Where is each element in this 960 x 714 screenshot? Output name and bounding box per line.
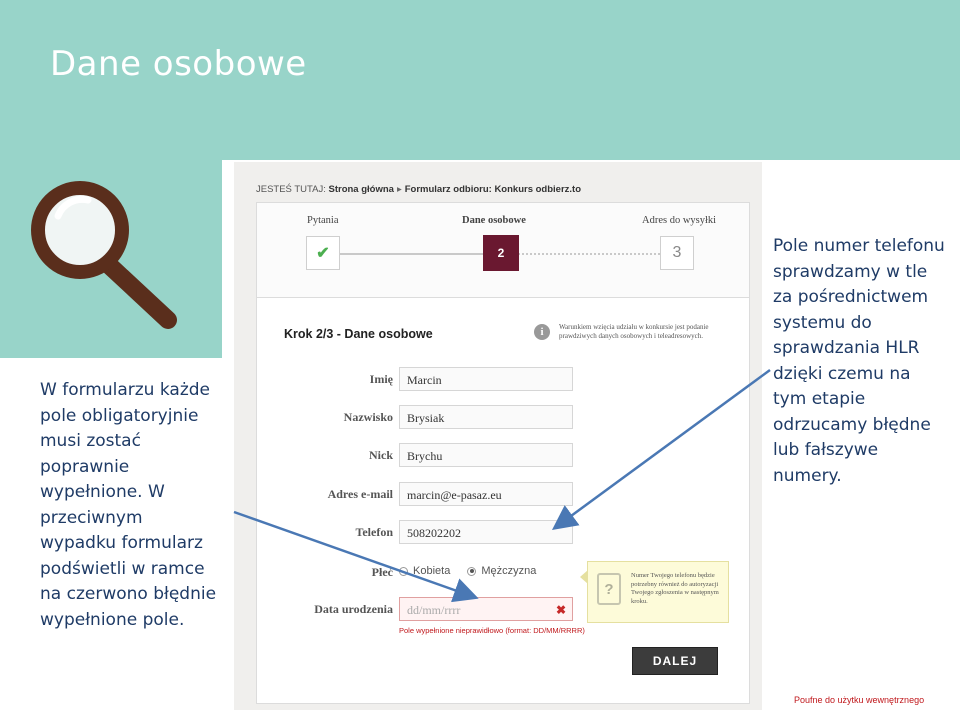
form-title: Krok 2/3 - Dane osobowe	[284, 327, 433, 341]
last-name-input[interactable]: Brysiak	[399, 405, 573, 429]
last-name-label: Nazwisko	[343, 410, 393, 424]
gender-radio-female[interactable]	[399, 566, 408, 576]
breadcrumb-current: Formularz odbioru: Konkurs odbierz.to	[404, 184, 582, 195]
birthdate-error-message: Pole wypełnione nieprawidłowo (format: D…	[399, 626, 585, 635]
checkmark-icon: ✔	[306, 236, 340, 270]
email-label: Adres e-mail	[327, 487, 393, 501]
first-name-label: Imię	[369, 372, 393, 386]
form-screenshot: JESTEŚ TUTAJ: Strona główna ▸ Formularz od…	[234, 162, 762, 710]
slide-title: Dane osobowe	[50, 44, 307, 84]
step-2-label: Dane osobowe	[462, 215, 526, 226]
gender-options: Kobieta Mężczyzna	[399, 565, 536, 577]
step-connector-done	[339, 253, 484, 255]
phone-tooltip-text: Numer Twojego telefonu będzie potrzebny …	[631, 572, 719, 605]
birthdate-input[interactable]: dd/mm/rrrr ✖	[399, 597, 573, 621]
nick-label: Nick	[369, 448, 393, 462]
gender-radio-male[interactable]	[467, 566, 477, 576]
phone-row: Telefon 508202202	[257, 520, 749, 546]
nick-input[interactable]: Brychu	[399, 443, 573, 467]
error-x-icon: ✖	[555, 603, 566, 617]
phone-help-icon: ?	[597, 573, 621, 605]
step-3-label: Adres do wysyłki	[642, 215, 717, 226]
step-3-marker: 3	[660, 236, 694, 270]
confidential-footer: Poufne do użytku wewnętrznego	[794, 695, 925, 705]
next-button[interactable]: DALEJ	[632, 647, 718, 675]
gender-label: Płeć	[371, 565, 393, 579]
progress-steps: Pytania Dane osobowe Adres do wysyłki ✔ …	[257, 203, 749, 298]
nick-row: Nick Brychu	[257, 443, 749, 469]
email-input[interactable]: marcin@e-pasaz.eu	[399, 482, 573, 506]
breadcrumb-prefix: JESTEŚ TUTAJ:	[256, 184, 326, 195]
last-name-row: Nazwisko Brysiak	[257, 405, 749, 431]
left-description: W formularzu każde pole obligatoryjnie m…	[40, 380, 217, 630]
right-description: Pole numer telefonu sprawdzamy w tle za …	[773, 236, 945, 486]
phone-tooltip: ? Numer Twojego telefonu będzie potrzebn…	[580, 561, 729, 623]
phone-label: Telefon	[355, 525, 393, 539]
step-1-label: Pytania	[307, 215, 339, 226]
gender-option-male[interactable]: Mężczyzna	[481, 565, 536, 577]
form-card: Pytania Dane osobowe Adres do wysyłki ✔ …	[256, 202, 750, 704]
gender-option-female[interactable]: Kobieta	[413, 565, 450, 577]
birthdate-placeholder: dd/mm/rrrr	[407, 603, 461, 617]
breadcrumb-home[interactable]: Strona główna	[329, 184, 394, 195]
first-name-input[interactable]: Marcin	[399, 367, 573, 391]
step-2-marker: 2	[483, 235, 519, 271]
phone-input[interactable]: 508202202	[399, 520, 573, 544]
birthdate-label: Data urodzenia	[314, 602, 393, 616]
breadcrumb-separator-icon: ▸	[396, 184, 402, 195]
step-connector-pending	[518, 253, 660, 255]
info-icon: i	[534, 324, 550, 340]
info-text: Warunkiem wzięcia udziału w konkursie je…	[559, 323, 709, 340]
first-name-row: Imię Marcin	[257, 367, 749, 393]
magnifier-icon	[31, 181, 177, 329]
breadcrumb: JESTEŚ TUTAJ: Strona główna ▸ Formularz od…	[256, 184, 581, 195]
email-row: Adres e-mail marcin@e-pasaz.eu	[257, 482, 749, 508]
